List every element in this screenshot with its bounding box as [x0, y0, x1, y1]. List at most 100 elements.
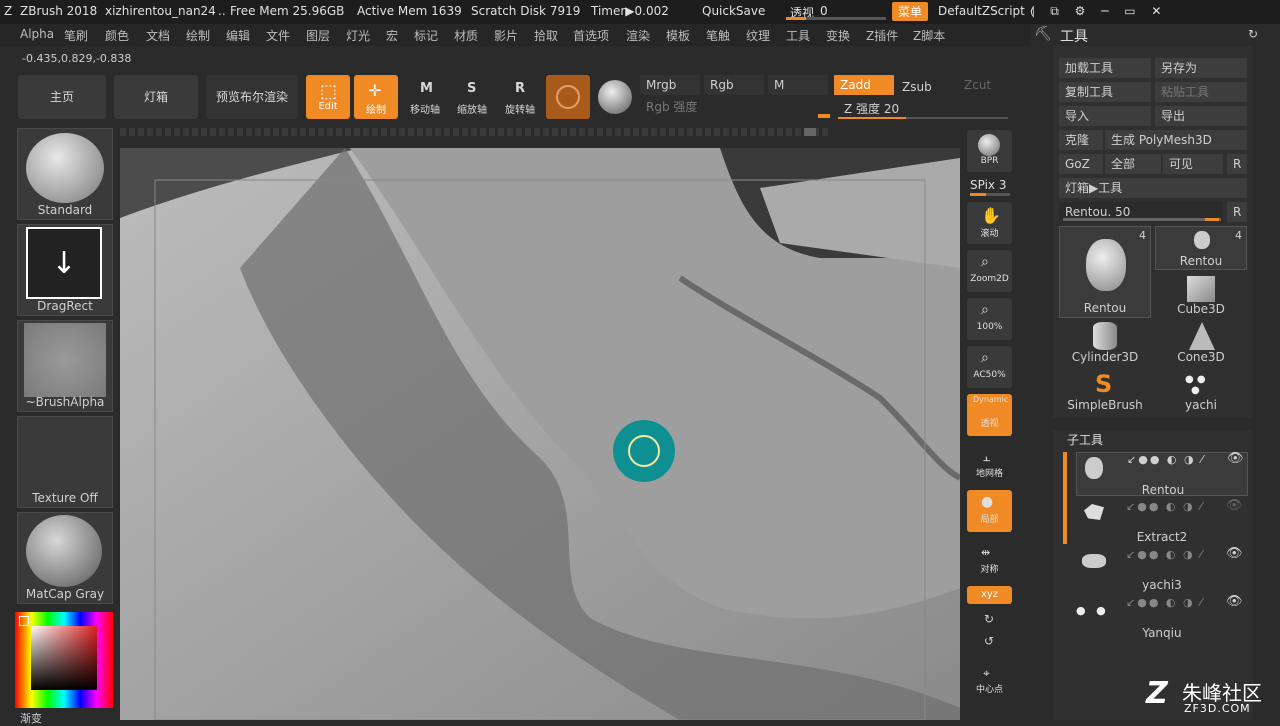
actual-size-button[interactable]: ⌕ 100% — [967, 298, 1012, 340]
subtool-toggle-icons[interactable]: ↙●● ◐ ◑ ⁄ — [1127, 453, 1205, 466]
center-point-button[interactable]: ⌖ 中心点 — [967, 660, 1012, 702]
menu-file[interactable]: 文件 — [266, 27, 290, 44]
eye-icon[interactable]: 👁 — [1226, 594, 1243, 609]
tool-slot-simplebrush[interactable]: S SimpleBrush — [1059, 370, 1151, 414]
menu-stencil[interactable]: 模板 — [666, 27, 690, 44]
panel-refresh-icon[interactable]: ↻ — [1248, 27, 1258, 41]
color-square[interactable] — [31, 626, 97, 690]
move-button[interactable]: M 移动轴 — [404, 75, 446, 119]
material-swatch-button[interactable] — [546, 75, 590, 119]
import-button[interactable]: 导入 — [1059, 106, 1151, 126]
menu-preferences[interactable]: 首选项 — [573, 27, 609, 44]
visible-button[interactable]: 可见 — [1163, 154, 1223, 174]
spix-label[interactable]: SPix 3 — [970, 178, 1006, 192]
tool-slot-rentou[interactable]: 4 Rentou — [1155, 226, 1247, 270]
clone-button[interactable]: 克隆 — [1059, 130, 1103, 150]
lightbox-button[interactable]: 灯箱 — [114, 75, 198, 119]
menu-transform[interactable]: 变换 — [826, 27, 850, 44]
stroke-selector[interactable]: ↓ DragRect — [17, 224, 113, 316]
tool-slot-yachi[interactable]: ● ● ● yachi — [1155, 370, 1247, 414]
subtool-item-yachi3[interactable]: ↙●● ◐ ◑ ⁄ 👁 yachi3 — [1076, 546, 1248, 592]
lightbox-tool-button[interactable]: 灯箱▶工具 — [1059, 178, 1247, 198]
menu-macro[interactable]: 宏 — [386, 27, 398, 44]
copy-tool-button[interactable]: 复制工具 — [1059, 82, 1151, 102]
rgb-button[interactable]: Rgb — [704, 75, 764, 95]
menu-button[interactable]: 菜单 — [892, 2, 929, 21]
zsub-button[interactable]: Zsub — [896, 77, 956, 97]
perspective-slider[interactable] — [786, 17, 886, 20]
subtool-item-yanqiu[interactable]: ● ● ↙●● ◐ ◑ ⁄ 👁 Yanqiu — [1076, 594, 1248, 640]
color-picker[interactable] — [15, 612, 113, 708]
menu-alpha[interactable]: Alpha — [20, 27, 54, 41]
floor-button[interactable]: ⫠ 地网格 — [967, 444, 1012, 486]
tool-slot-rentou-main[interactable]: 4 Rentou — [1059, 226, 1151, 318]
subtool-scrollbar[interactable] — [1063, 452, 1067, 544]
zoom2d-button[interactable]: ⌕ Zoom2D — [967, 250, 1012, 292]
rotate-y-icon[interactable]: ↻ — [984, 612, 994, 626]
zadd-button[interactable]: Zadd — [834, 75, 894, 95]
alpha-selector[interactable]: ~BrushAlpha — [17, 320, 113, 412]
menu-color[interactable]: 颜色 — [105, 27, 129, 44]
menu-marker[interactable]: 标记 — [414, 27, 438, 44]
goz-r-button[interactable]: R — [1227, 154, 1247, 174]
shelf-scroll-strip[interactable] — [120, 128, 830, 136]
mrgb-button[interactable]: Mrgb — [640, 75, 700, 95]
default-zscript[interactable]: DefaultZScript — [938, 4, 1025, 18]
texture-sphere-icon[interactable] — [598, 80, 632, 114]
perspective-button[interactable]: Dynamic 透视 — [967, 394, 1012, 436]
main-color-icon[interactable] — [19, 616, 29, 626]
rentou-slider-track[interactable] — [1063, 218, 1221, 221]
rgb-intensity-thumb[interactable] — [818, 114, 830, 118]
home-button[interactable]: 主页 — [18, 75, 106, 119]
menu-material[interactable]: 材质 — [454, 27, 478, 44]
menu-edit[interactable]: 编辑 — [226, 27, 250, 44]
menu-brush[interactable]: 笔刷 — [64, 27, 88, 44]
spix-slider[interactable] — [970, 193, 1010, 196]
m-button[interactable]: M — [768, 75, 828, 95]
menu-document[interactable]: 文档 — [146, 27, 170, 44]
tool-slot-cylinder3d[interactable]: Cylinder3D — [1059, 322, 1151, 366]
subtool-item-extract2[interactable]: ↙●● ◐ ◑ ⁄ 👁 Extract2 — [1076, 498, 1248, 544]
goz-button[interactable]: GoZ — [1059, 154, 1103, 174]
menu-zscript[interactable]: Z脚本 — [913, 27, 945, 44]
rotate-z-icon[interactable]: ↺ — [984, 634, 994, 648]
tool-slot-cube3d[interactable]: Cube3D — [1155, 274, 1247, 318]
zcut-button[interactable]: Zcut — [958, 75, 1008, 95]
eye-icon[interactable]: 👁 — [1226, 498, 1243, 513]
scroll-button[interactable]: ✋ 滚动 — [967, 202, 1012, 244]
make-polymesh-button[interactable]: 生成 PolyMesh3D — [1105, 130, 1247, 150]
eye-icon[interactable]: 👁 — [1227, 451, 1244, 466]
rgb-intensity-slider[interactable]: Rgb 强度 — [640, 97, 830, 117]
subtool-toggle-icons[interactable]: ↙●● ◐ ◑ ⁄ — [1126, 548, 1204, 561]
menu-stroke[interactable]: 笔触 — [706, 27, 730, 44]
subtool-item-rentou[interactable]: ↙●● ◐ ◑ ⁄ 👁 Rentou — [1076, 451, 1248, 497]
scale-button[interactable]: S 缩放轴 — [450, 75, 494, 119]
menu-movie[interactable]: 影片 — [494, 27, 518, 44]
draw-button[interactable]: ✛ 绘制 — [354, 75, 398, 119]
z-intensity-slider[interactable]: Z 强度 20 — [838, 99, 1008, 119]
menu-tool[interactable]: 工具 — [786, 27, 810, 44]
eye-icon[interactable]: 👁 — [1226, 546, 1243, 561]
window-icons[interactable]: ⟬ ⧉ ⚙ ─ ▭ ✕ — [1030, 4, 1167, 19]
bpr-preview-button[interactable]: 预览布尔渲染 — [206, 75, 298, 119]
export-button[interactable]: 导出 — [1155, 106, 1247, 126]
tool-handle-icon[interactable]: ⛏ — [1034, 26, 1052, 42]
subtool-toggle-icons[interactable]: ↙●● ◐ ◑ ⁄ — [1126, 500, 1204, 513]
symmetry-button[interactable]: ⇹ 对称 — [967, 540, 1012, 582]
material-selector[interactable]: MatCap Gray — [17, 512, 113, 604]
brush-selector[interactable]: Standard — [17, 128, 113, 220]
quicksave-button[interactable]: QuickSave — [702, 4, 765, 18]
perspective-value[interactable]: 0 — [820, 4, 828, 18]
menu-zplugin[interactable]: Z插件 — [866, 27, 898, 44]
shelf-scroll-thumb[interactable] — [804, 128, 816, 136]
tool-slot-cone3d[interactable]: Cone3D — [1155, 322, 1247, 366]
menu-texture[interactable]: 纹理 — [746, 27, 770, 44]
menu-picker[interactable]: 拾取 — [534, 27, 558, 44]
rotate-button[interactable]: R 旋转轴 — [498, 75, 542, 119]
menu-render[interactable]: 渲染 — [626, 27, 650, 44]
bpr-button[interactable]: BPR — [967, 130, 1012, 172]
subtool-toggle-icons[interactable]: ↙●● ◐ ◑ ⁄ — [1126, 596, 1204, 609]
texture-selector[interactable]: Texture Off — [17, 416, 113, 508]
z-intensity-track[interactable] — [838, 117, 1008, 119]
canvas-viewport[interactable] — [120, 148, 960, 720]
